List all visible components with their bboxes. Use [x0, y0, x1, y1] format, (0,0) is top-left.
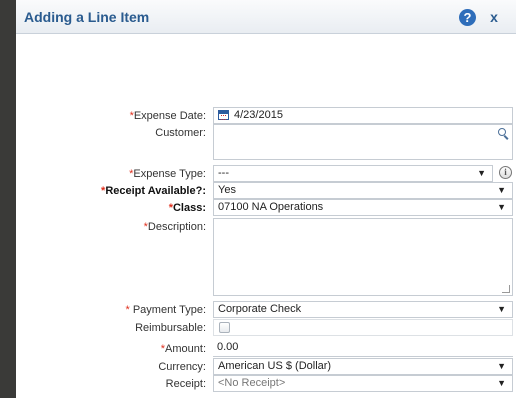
class-select[interactable]: 07100 NA Operations ▼: [213, 199, 513, 216]
amount-input[interactable]: 0.00: [213, 340, 513, 357]
calendar-icon[interactable]: [218, 110, 229, 120]
description-textarea[interactable]: [213, 218, 513, 296]
expense-type-value: ---: [218, 167, 229, 179]
payment-type-value: Corporate Check: [218, 303, 302, 315]
expense-date-field[interactable]: 4/23/2015: [213, 107, 513, 124]
expense-date-label-text: Expense Date:: [133, 110, 206, 122]
receipt-select[interactable]: <No Receipt> ▼: [213, 375, 513, 392]
required-marker: *: [125, 304, 130, 316]
search-icon[interactable]: [498, 128, 506, 136]
expense-type-label: *Expense Type:: [129, 168, 206, 180]
help-icon[interactable]: ?: [459, 9, 476, 26]
receipt-available-value: Yes: [218, 184, 236, 196]
reimbursable-row: [213, 319, 513, 336]
expense-date-label: *Expense Date:: [130, 110, 206, 122]
reimbursable-checkbox[interactable]: [219, 322, 230, 333]
receipt-value: <No Receipt>: [218, 377, 286, 389]
expense-type-label-text: Expense Type:: [133, 168, 206, 180]
class-label-text: Class:: [172, 202, 206, 214]
chevron-down-icon: ▼: [477, 168, 486, 178]
reimbursable-label: Reimbursable:: [135, 322, 206, 334]
description-label-text: Description:: [147, 221, 206, 233]
chevron-down-icon: ▼: [497, 304, 506, 314]
expense-date-value: 4/23/2015: [234, 109, 283, 121]
receipt-label: Receipt:: [165, 378, 206, 390]
chevron-down-icon: ▼: [497, 378, 506, 388]
chevron-down-icon: ▼: [497, 202, 506, 212]
customer-label: Customer:: [155, 127, 206, 139]
chevron-down-icon: ▼: [497, 185, 506, 195]
dialog-titlebar: Adding a Line Item ? x: [16, 0, 516, 34]
info-icon[interactable]: i: [499, 166, 512, 179]
payment-type-select[interactable]: Corporate Check ▼: [213, 301, 513, 318]
expense-type-select[interactable]: --- ▼: [213, 165, 493, 182]
payment-type-label-text: Payment Type:: [132, 304, 206, 316]
chevron-down-icon: ▼: [497, 361, 506, 371]
amount-value: 0.00: [217, 341, 239, 353]
currency-label: Currency:: [158, 361, 206, 373]
receipt-available-select[interactable]: Yes ▼: [213, 182, 513, 199]
amount-label: *Amount:: [161, 343, 206, 355]
currency-value: American US $ (Dollar): [218, 360, 332, 372]
class-value: 07100 NA Operations: [218, 201, 324, 213]
receipt-available-label-text: Receipt Available?:: [105, 185, 206, 197]
close-icon[interactable]: x: [487, 8, 501, 26]
resize-grip-icon[interactable]: [502, 285, 510, 293]
payment-type-label: * Payment Type:: [125, 304, 206, 316]
customer-input[interactable]: [213, 124, 513, 160]
class-label: *Class:: [169, 202, 206, 214]
currency-select[interactable]: American US $ (Dollar) ▼: [213, 358, 513, 375]
receipt-available-label: *Receipt Available?:: [101, 185, 206, 197]
description-label: *Description:: [144, 221, 206, 233]
amount-label-text: Amount:: [165, 343, 206, 355]
dialog-title: Adding a Line Item: [24, 9, 150, 25]
line-item-dialog: Adding a Line Item ? x *Expense Date: 4/…: [16, 0, 516, 398]
